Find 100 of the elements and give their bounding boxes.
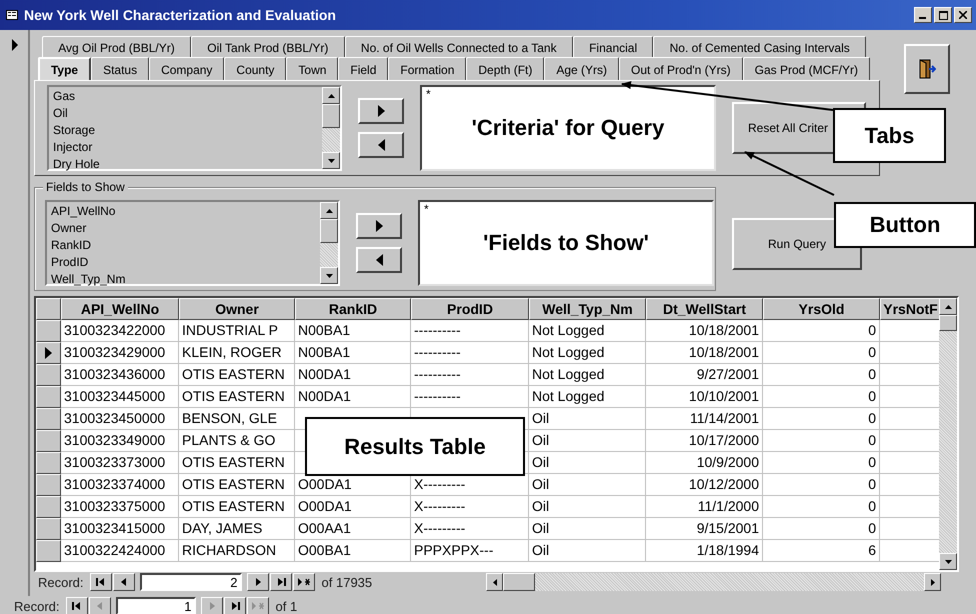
- tab[interactable]: Avg Oil Prod (BBL/Yr): [42, 36, 191, 57]
- scroll-thumb[interactable]: [503, 573, 535, 591]
- last-record-button[interactable]: [224, 597, 246, 614]
- close-button[interactable]: [954, 7, 972, 23]
- list-item[interactable]: Storage: [53, 122, 322, 139]
- table-cell: 3100323436000: [61, 364, 179, 386]
- maximize-button[interactable]: [934, 7, 952, 23]
- table-cell: KLEIN, ROGER: [179, 342, 295, 364]
- tab[interactable]: County: [224, 57, 286, 80]
- tab[interactable]: Status: [91, 57, 150, 80]
- row-selector[interactable]: [36, 430, 61, 452]
- row-selector[interactable]: [36, 452, 61, 474]
- fields-field[interactable]: * 'Fields to Show': [418, 200, 714, 286]
- scroll-right-button[interactable]: [924, 573, 941, 591]
- tab[interactable]: Age (Yrs): [544, 57, 620, 80]
- table-cell: 0: [763, 364, 880, 386]
- list-item[interactable]: Gas: [53, 88, 322, 105]
- first-record-button[interactable]: [66, 597, 88, 614]
- row-selector[interactable]: [36, 386, 61, 408]
- select-all-corner[interactable]: [36, 298, 61, 320]
- list-item[interactable]: Well_Typ_Nm: [51, 271, 320, 288]
- tab[interactable]: Company: [149, 57, 224, 80]
- minimize-button[interactable]: [914, 7, 932, 23]
- tab[interactable]: Type: [38, 57, 92, 80]
- tab[interactable]: Oil Tank Prod (BBL/Yr): [191, 36, 345, 57]
- column-header[interactable]: RankID: [295, 298, 411, 320]
- list-item[interactable]: Dry Hole: [53, 156, 322, 173]
- scroll-down-button[interactable]: [939, 553, 957, 570]
- column-header[interactable]: API_WellNo: [61, 298, 179, 320]
- scroll-up-button[interactable]: [322, 87, 340, 104]
- criteria-field[interactable]: * 'Criteria' for Query: [420, 85, 716, 171]
- table-cell: INDUSTRIAL P: [179, 320, 295, 342]
- table-cell: 0: [763, 496, 880, 518]
- table-cell: 11/14/2001: [646, 408, 763, 430]
- remove-button[interactable]: [358, 132, 404, 158]
- list-item[interactable]: RankID: [51, 237, 320, 254]
- table-cell: 9/15/2001: [646, 518, 763, 540]
- row-selector[interactable]: [36, 408, 61, 430]
- row-selector[interactable]: [36, 474, 61, 496]
- tab[interactable]: Field: [338, 57, 388, 80]
- fields-list[interactable]: API_WellNo Owner RankID ProdID Well_Typ_Nm: [45, 200, 340, 286]
- column-header[interactable]: YrsOld: [763, 298, 880, 320]
- scroll-up-button[interactable]: [320, 202, 338, 219]
- list-item[interactable]: Oil: [53, 105, 322, 122]
- column-header[interactable]: Well_Typ_Nm: [529, 298, 646, 320]
- row-selector[interactable]: [36, 518, 61, 540]
- list-item[interactable]: API_WellNo: [51, 203, 320, 220]
- table-cell: 3100323415000: [61, 518, 179, 540]
- criteria-list[interactable]: Gas Oil Storage Injector Dry Hole: [47, 85, 342, 171]
- new-record-button[interactable]: [292, 573, 315, 591]
- new-record-icon: [298, 577, 310, 587]
- list-item[interactable]: ProdID: [51, 254, 320, 271]
- record-number-field[interactable]: 2: [140, 573, 242, 591]
- scroll-thumb[interactable]: [322, 104, 340, 128]
- table-cell: X---------: [411, 518, 529, 540]
- row-selector[interactable]: [36, 496, 61, 518]
- column-header[interactable]: Owner: [179, 298, 295, 320]
- add-button[interactable]: [356, 213, 402, 239]
- callout-tooltip: Button: [834, 202, 976, 248]
- list-item[interactable]: Injector: [53, 139, 322, 156]
- scroll-left-button[interactable]: [486, 573, 503, 591]
- tab[interactable]: Gas Prod (MCF/Yr): [742, 57, 870, 80]
- first-record-button[interactable]: [90, 573, 112, 591]
- row-selector[interactable]: [36, 342, 61, 364]
- tab[interactable]: Financial: [572, 36, 654, 57]
- table-cell: Oil: [529, 430, 646, 452]
- column-header[interactable]: Dt_WellStart: [646, 298, 763, 320]
- tab[interactable]: Formation: [388, 57, 466, 80]
- row-selector[interactable]: [36, 364, 61, 386]
- prev-record-button[interactable]: [112, 573, 135, 591]
- tab[interactable]: Out of Prod'n (Yrs): [619, 57, 743, 80]
- tab[interactable]: Town: [286, 57, 338, 80]
- scroll-up-button[interactable]: [939, 298, 957, 315]
- scroll-down-button[interactable]: [322, 152, 340, 169]
- scroll-thumb[interactable]: [939, 315, 957, 331]
- scroll-thumb[interactable]: [320, 219, 338, 243]
- column-header[interactable]: ProdID: [411, 298, 529, 320]
- add-button[interactable]: [358, 98, 404, 124]
- record-number-field[interactable]: 1: [116, 597, 196, 614]
- last-record-button[interactable]: [270, 573, 292, 591]
- exit-button[interactable]: [904, 44, 950, 94]
- list-item[interactable]: Owner: [51, 220, 320, 237]
- next-record-button[interactable]: [246, 573, 269, 591]
- table-cell: 3100323349000: [61, 430, 179, 452]
- remove-button[interactable]: [356, 247, 402, 273]
- table-cell: 0: [763, 342, 880, 364]
- field-value: *: [424, 202, 429, 216]
- left-arrow-icon: [376, 254, 382, 266]
- table-cell: Not Logged: [529, 320, 646, 342]
- scroll-down-button[interactable]: [320, 267, 338, 284]
- column-header[interactable]: YrsNotF: [880, 298, 939, 320]
- tab[interactable]: No. of Oil Wells Connected to a Tank: [344, 36, 573, 57]
- first-record-icon: [94, 577, 107, 587]
- table-cell: N00DA1: [295, 364, 411, 386]
- tab[interactable]: No. of Cemented Casing Intervals: [653, 36, 866, 57]
- table-cell: Oil: [529, 452, 646, 474]
- row-selector[interactable]: [36, 320, 61, 342]
- table-cell: Not Logged: [529, 386, 646, 408]
- tab[interactable]: Depth (Ft): [466, 57, 544, 80]
- row-selector[interactable]: [36, 540, 61, 562]
